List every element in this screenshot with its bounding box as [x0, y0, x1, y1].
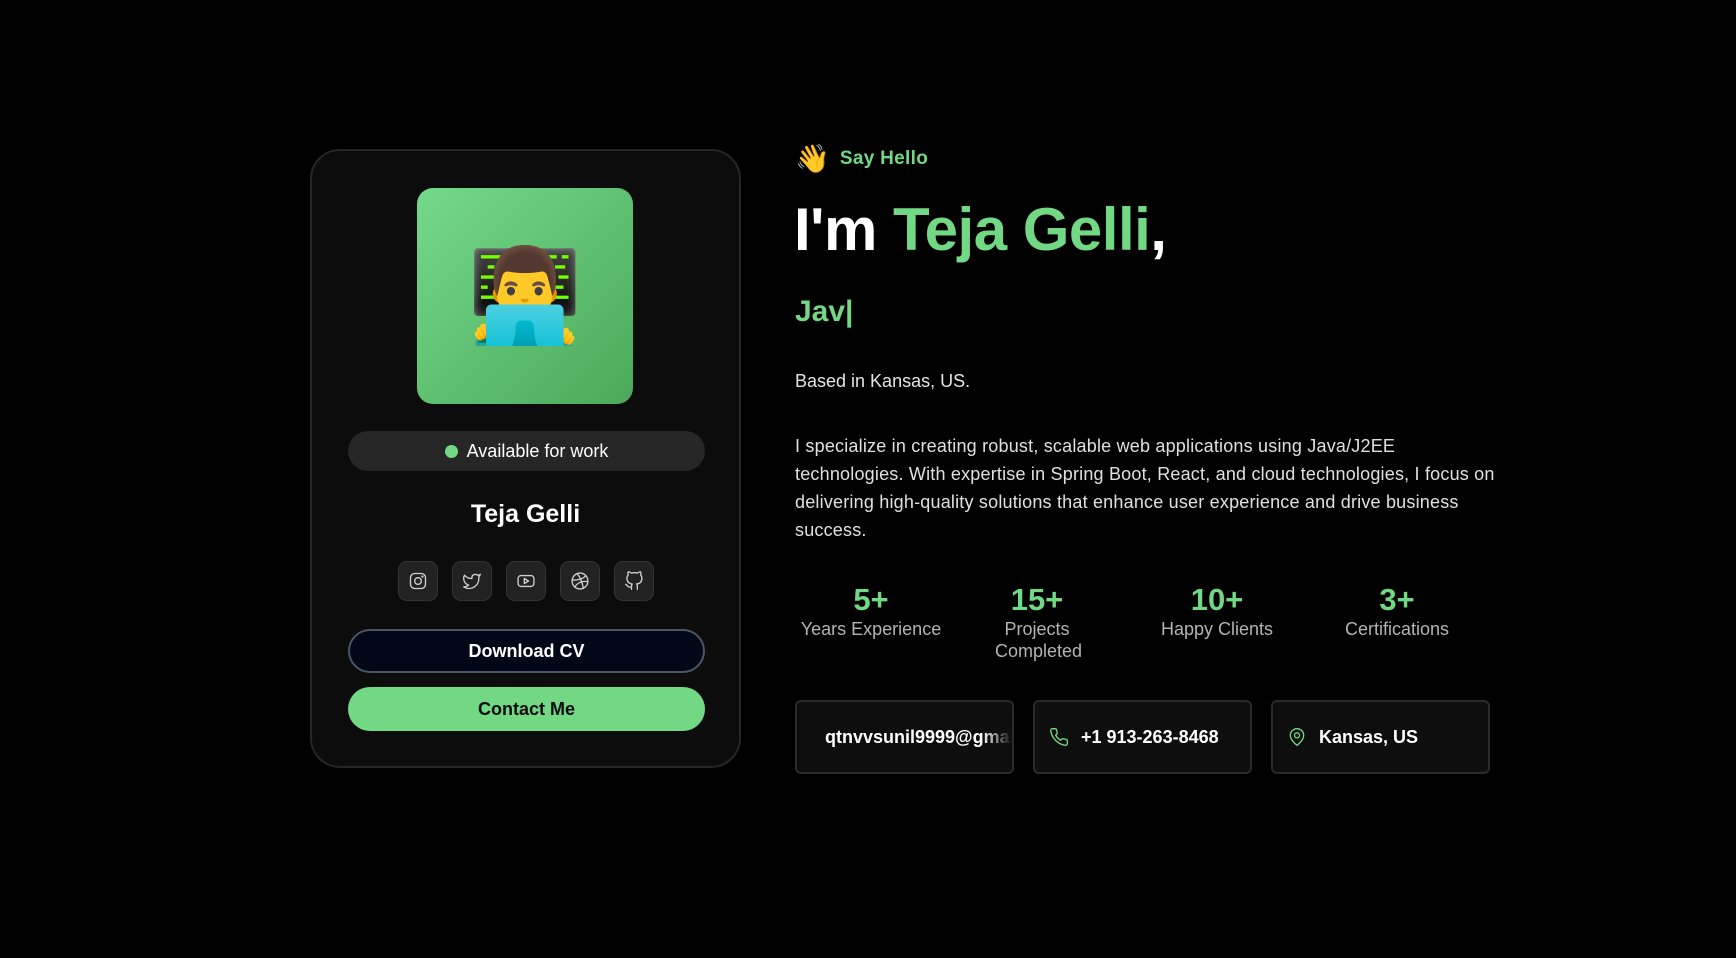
availability-label: Available for work — [466, 440, 609, 461]
stats-row: 5+ Years Experience 15+ Projects Complet… — [795, 582, 1489, 662]
headline: I'm Teja Gelli, — [794, 194, 1167, 266]
stat-years-experience: 5+ Years Experience — [795, 582, 947, 662]
stat-value: 10+ — [1190, 582, 1244, 617]
stat-label: Years Experience — [800, 619, 942, 639]
phone-icon — [1050, 727, 1069, 746]
location-contact: Kansas, US — [1271, 700, 1490, 774]
contact-me-button[interactable]: Contact Me — [348, 687, 705, 731]
map-pin-icon — [1289, 728, 1305, 746]
social-links — [398, 561, 654, 601]
youtube-icon — [517, 574, 535, 588]
location-contact-text: Kansas, US — [1319, 727, 1419, 747]
avatar: 👨‍💻 — [417, 188, 633, 404]
stat-value: 15+ — [1010, 582, 1064, 617]
download-cv-button[interactable]: Download CV — [348, 629, 705, 673]
phone-contact[interactable]: +1 913-263-8468 — [1033, 700, 1252, 774]
status-dot-icon — [444, 444, 458, 458]
headline-suffix: , — [1150, 196, 1167, 263]
role-typewriter: Jav| — [795, 295, 854, 328]
location-text: Based in Kansas, US. — [795, 371, 971, 391]
instagram-link[interactable] — [398, 561, 438, 601]
phone-text: +1 913-263-8468 — [1081, 727, 1219, 747]
twitter-icon — [463, 573, 481, 590]
stat-value: 5+ — [853, 582, 889, 617]
stat-projects-completed: 15+ Projects Completed — [947, 582, 1127, 662]
stat-value: 3+ — [1379, 582, 1415, 617]
github-link[interactable] — [614, 561, 654, 601]
say-hello: 👋 Say Hello — [795, 145, 928, 173]
contact-info: qtnvvsunil9999@gmail.com +1 913-263-8468… — [795, 700, 1490, 774]
stat-happy-clients: 10+ Happy Clients — [1127, 582, 1307, 662]
page: 👨‍💻 Available for work Teja Gelli — [0, 0, 1736, 958]
bio-text: I specialize in creating robust, scalabl… — [795, 436, 1495, 540]
instagram-icon — [409, 572, 427, 590]
technologist-emoji-icon: 👨‍💻 — [467, 245, 583, 347]
github-icon — [625, 571, 643, 590]
profile-card: 👨‍💻 Available for work Teja Gelli — [310, 149, 741, 768]
dribbble-icon — [571, 572, 589, 590]
headline-prefix: I'm — [794, 196, 893, 263]
stat-label: Projects Completed — [995, 619, 1083, 661]
email-text: qtnvvsunil9999@gmail.com — [825, 727, 1012, 747]
youtube-link[interactable] — [506, 561, 546, 601]
availability-badge: Available for work — [348, 431, 705, 471]
headline-name: Teja Gelli — [892, 196, 1151, 263]
profile-name: Teja Gelli — [470, 500, 581, 528]
email-contact[interactable]: qtnvvsunil9999@gmail.com — [795, 700, 1014, 774]
say-hello-label: Say Hello — [839, 148, 929, 169]
twitter-link[interactable] — [452, 561, 492, 601]
stat-label: Certifications — [1344, 619, 1450, 639]
stat-label: Happy Clients — [1160, 619, 1274, 639]
waving-hand-icon: 👋 — [795, 143, 830, 174]
dribbble-link[interactable] — [560, 561, 600, 601]
stat-certifications: 3+ Certifications — [1307, 582, 1487, 662]
